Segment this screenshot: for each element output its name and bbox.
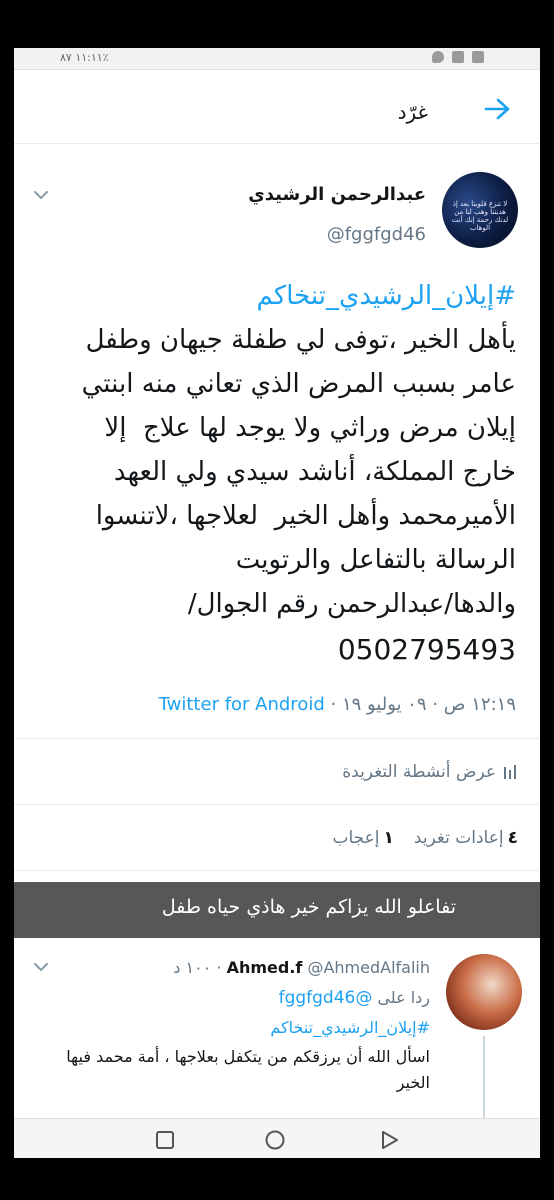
home-icon[interactable] [264, 1129, 286, 1151]
divider [14, 804, 540, 805]
analytics-bars-icon [502, 765, 516, 779]
chevron-down-icon[interactable] [34, 962, 48, 972]
top-bar: غرّد [14, 70, 540, 144]
tweet-body: #إيلان_الرشيدي_تنخاكم يأهل الخير ،توفى ل… [48, 274, 516, 674]
likes-count: ١ [383, 828, 394, 848]
likes-stat[interactable]: ١إعجاب [332, 828, 393, 848]
toast-text: تفاعلو الله يزاكم خير هاذي حياه طفل [161, 896, 456, 918]
reply-author-handle[interactable]: @AhmedAlfalih [307, 958, 430, 977]
retweets-stat[interactable]: ٤إعادات تغريد [414, 828, 518, 848]
status-icons [432, 51, 484, 63]
tweet-source[interactable]: Twitter for Android [159, 694, 325, 715]
reply-hashtag[interactable]: #إيلان_الرشيدي_تنخاكم [270, 1018, 430, 1037]
screen: ١١:١١ ٨٧٪ غرّد لا تنزع قلوبنا بعد إذ هدي… [14, 48, 540, 1158]
reply-author-name[interactable]: Ahmed.f [227, 958, 303, 977]
tweet-timestamp: ١٢:١٩ ص · ٠٩ يوليو ١٩ · [324, 694, 516, 715]
reply-header: Ahmed.f @AhmedAlfalih · ١٠٠ د [173, 958, 430, 977]
divider [14, 738, 540, 739]
status-time: ١١:١١ ٨٧٪ [60, 51, 109, 64]
author-avatar[interactable]: لا تنزع قلوبنا بعد إذ هديتنا وهب لنا من … [442, 172, 518, 248]
status-bar: ١١:١١ ٨٧٪ [14, 48, 540, 70]
wifi-icon [472, 51, 484, 63]
page-title: غرّد [397, 100, 428, 124]
phone-frame: ١١:١١ ٨٧٪ غرّد لا تنزع قلوبنا بعد إذ هدي… [0, 0, 554, 1200]
chevron-down-icon[interactable] [34, 190, 48, 200]
author-handle[interactable]: @fggfgd46 [327, 224, 426, 245]
activity-label: عرض أنشطة التغريدة [342, 762, 496, 782]
retweets-count: ٤ [507, 828, 518, 848]
tweet-stats: ٤إعادات تغريد ١إعجاب [332, 828, 518, 848]
retweets-label: إعادات تغريد [413, 828, 504, 848]
tweet-activity-link[interactable]: عرض أنشطة التغريدة [342, 762, 516, 782]
avatar-text: لا تنزع قلوبنا بعد إذ هديتنا وهب لنا من … [451, 200, 509, 232]
signal-icon [452, 51, 464, 63]
replying-to-handle[interactable]: @fggfgd46 [279, 988, 373, 1008]
recent-apps-icon[interactable] [154, 1129, 176, 1151]
tweet-hashtag[interactable]: #إيلان_الرشيدي_تنخاكم [48, 274, 516, 318]
tweet-text: يأهل الخير ،توفى لي طفلة جيهان وطفل عامر… [81, 325, 516, 619]
reply-avatar[interactable] [446, 954, 522, 1030]
replying-to: ردا على @fggfgd46 [279, 988, 430, 1008]
back-triangle-icon[interactable] [378, 1129, 400, 1151]
tweet-meta: ١٢:١٩ ص · ٠٩ يوليو ١٩ · Twitter for Andr… [159, 694, 516, 715]
author-name[interactable]: عبدالرحمن الرشيدي [248, 184, 426, 205]
reply-text: اسأل الله أن يرزقكم من يتكفل بعلاجها ، أ… [66, 1047, 430, 1092]
thread-line [483, 1036, 485, 1118]
back-arrow-icon[interactable] [484, 98, 510, 120]
system-nav-bar [14, 1118, 540, 1158]
toast-message: تفاعلو الله يزاكم خير هاذي حياه طفل [14, 882, 540, 938]
twitter-notification-icon [432, 51, 444, 63]
likes-label: إعجاب [332, 828, 380, 848]
replying-to-label: ردا على [377, 988, 430, 1007]
divider [14, 870, 540, 871]
tweet-phone-number[interactable]: 0502795493 [48, 626, 516, 674]
reply-time: · ١٠٠ د [173, 958, 222, 977]
